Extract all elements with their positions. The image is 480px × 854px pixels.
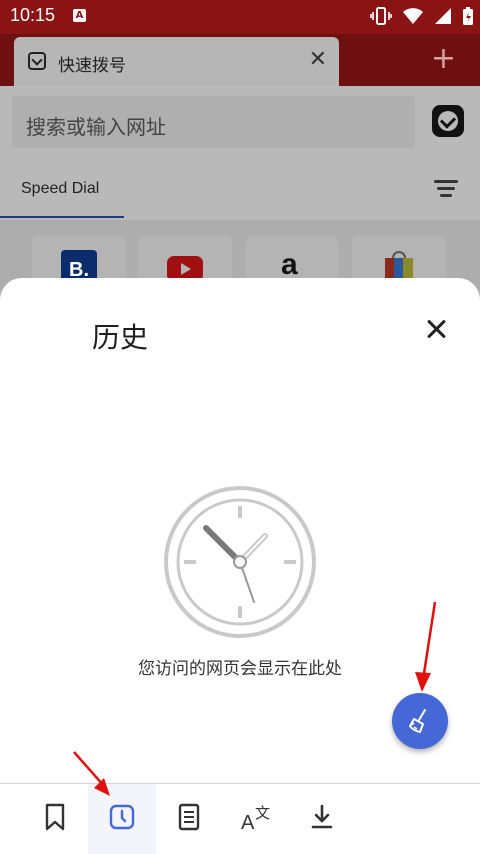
nav-downloads[interactable] [288,784,356,854]
new-tab-button[interactable]: + [431,44,456,74]
close-icon[interactable] [426,319,446,339]
vivaldi-menu-icon[interactable] [432,105,464,137]
nav-notes[interactable] [155,784,223,854]
vivaldi-favicon-icon [28,52,46,70]
address-placeholder: 搜索或输入网址 [26,115,166,139]
tab-speed-dial-label[interactable]: Speed Dial [21,180,99,198]
bottom-navigation: A 文 [0,783,480,854]
speed-dial-header: Speed Dial [0,156,480,220]
svg-text:A: A [241,812,255,832]
tab-speed-dial[interactable]: 快速拨号 ✕ [14,37,339,86]
download-icon [311,804,333,829]
svg-text:a: a [281,248,298,281]
tab-close-icon[interactable]: ✕ [309,49,327,71]
amazon-icon: a [281,248,298,281]
nav-bookmarks[interactable] [21,784,89,854]
bookmark-icon [45,803,65,831]
address-bar: 搜索或输入网址 [0,86,480,156]
address-input[interactable]: 搜索或输入网址 [12,96,415,148]
signal-icon [435,8,451,24]
status-bar: 10:15 A [0,0,480,34]
tab-bar: 快速拨号 ✕ + [0,34,480,86]
wifi-icon [403,8,423,24]
nav-translate[interactable]: A 文 [221,784,289,854]
filter-menu-icon[interactable] [434,180,458,198]
vibrate-icon [370,7,392,25]
notification-badge-icon: A [73,9,86,22]
battery-icon [463,7,473,25]
svg-text:文: 文 [255,804,270,822]
broom-icon [409,709,426,733]
page-title: 历史 [92,321,149,354]
notes-icon [178,803,200,831]
clock-icon [164,486,316,638]
status-time: 10:15 [10,5,56,25]
history-sheet: 历史 您访问的网页会显示在此处 A 文 [0,278,480,854]
status-icons [370,6,474,26]
nav-history[interactable] [88,784,156,854]
history-icon [109,804,135,830]
empty-state-message: 您访问的网页会显示在此处 [138,659,342,679]
tab-title: 快速拨号 [58,56,126,76]
translate-icon: A 文 [241,804,270,832]
active-tab-indicator [0,216,124,218]
clear-history-button[interactable] [392,693,448,749]
